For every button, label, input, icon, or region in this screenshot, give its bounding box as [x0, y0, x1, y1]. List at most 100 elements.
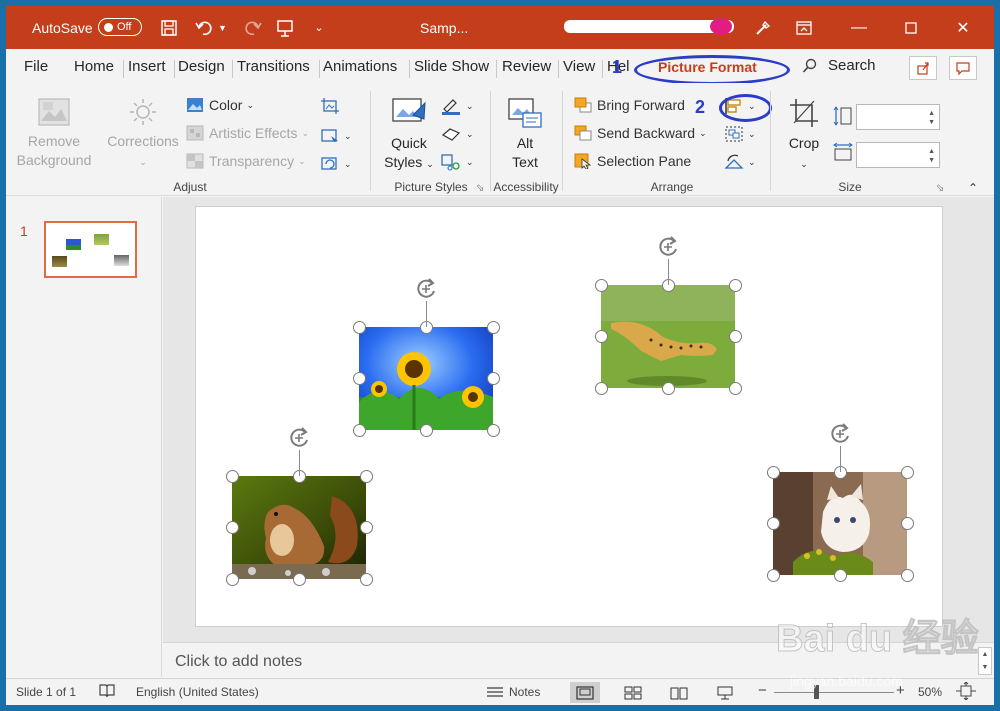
slide-sorter-view-button[interactable]: [618, 682, 648, 703]
autosave-toggle[interactable]: Off: [98, 18, 142, 36]
size-launcher-icon[interactable]: ⬂: [936, 183, 944, 194]
kitten-rotate-handle-icon[interactable]: [826, 420, 854, 448]
fit-slide-icon[interactable]: [956, 682, 976, 700]
sunflower-resize-handle[interactable]: [486, 372, 500, 385]
customize-quick-access-icon[interactable]: ⌄: [306, 6, 332, 49]
zoom-in-icon[interactable]: +: [896, 682, 905, 699]
zoom-slider-track[interactable]: [774, 692, 894, 693]
present-icon[interactable]: [272, 6, 298, 49]
spelling-icon[interactable]: [98, 683, 116, 699]
sunflower-resize-handle[interactable]: [352, 320, 366, 334]
zoom-slider-thumb[interactable]: [814, 685, 819, 699]
sunflower-resize-handle[interactable]: [486, 423, 500, 437]
notes-pane[interactable]: Click to add notes ▲ ▼: [163, 642, 994, 678]
zoom-out-icon[interactable]: −: [758, 682, 767, 699]
squirrel-resize-handle[interactable]: [225, 521, 239, 534]
cheetah-resize-handle[interactable]: [728, 381, 742, 395]
squirrel-resize-handle[interactable]: [359, 469, 373, 483]
rotate-objects-button[interactable]: ⌄: [724, 153, 756, 171]
designer-icon[interactable]: [750, 6, 776, 49]
cheetah-resize-handle[interactable]: [728, 278, 742, 292]
language-status[interactable]: English (United States): [136, 685, 259, 699]
comments-icon[interactable]: [949, 56, 977, 80]
share-icon[interactable]: [909, 56, 937, 80]
cheetah-resize-handle[interactable]: [594, 381, 608, 395]
kitten-resize-handle[interactable]: [900, 517, 914, 530]
undo-icon[interactable]: [192, 6, 218, 49]
corrections-button[interactable]: Corrections ⌄: [104, 97, 182, 172]
cheetah-picture[interactable]: [601, 285, 735, 388]
picture-border-button[interactable]: ⌄: [440, 97, 474, 115]
normal-view-button[interactable]: [570, 682, 600, 703]
cheetah-resize-handle[interactable]: [728, 330, 742, 343]
sunflower-resize-handle[interactable]: [352, 372, 366, 385]
remove-background-button[interactable]: Remove Background: [16, 97, 92, 170]
bring-forward-button[interactable]: Bring Forward: [574, 97, 685, 113]
sunflower-picture[interactable]: [359, 327, 493, 430]
shape-height-input[interactable]: ▲ ▼: [856, 104, 940, 130]
kitten-resize-handle[interactable]: [833, 568, 847, 582]
notes-toggle[interactable]: Notes: [486, 685, 540, 699]
cheetah-resize-handle[interactable]: [594, 330, 608, 343]
minimize-icon[interactable]: —: [836, 6, 882, 49]
search-box[interactable]: Search: [802, 57, 876, 74]
slide-show-view-button[interactable]: [710, 682, 740, 703]
kitten-picture[interactable]: [773, 472, 907, 575]
squirrel-resize-handle[interactable]: [225, 469, 239, 483]
change-picture-button[interactable]: ⌄: [320, 127, 352, 145]
sunflower-resize-handle[interactable]: [419, 423, 433, 437]
cheetah-rotate-handle-icon[interactable]: [654, 233, 682, 261]
cheetah-resize-handle[interactable]: [661, 381, 675, 395]
group-objects-button[interactable]: ⌄: [724, 125, 756, 143]
transparency-button[interactable]: Transparency ⌄: [186, 153, 306, 169]
tab-review[interactable]: Review: [502, 58, 551, 75]
kitten-resize-handle[interactable]: [900, 465, 914, 479]
close-icon[interactable]: ✕: [940, 6, 986, 49]
redo-icon[interactable]: [240, 6, 266, 49]
reading-view-button[interactable]: [664, 682, 694, 703]
sunflower-resize-handle[interactable]: [352, 423, 366, 437]
color-button[interactable]: Color ⌄: [186, 97, 254, 113]
squirrel-resize-handle[interactable]: [359, 521, 373, 534]
reset-picture-button[interactable]: ⌄: [320, 155, 352, 173]
compress-pictures-button[interactable]: [320, 97, 340, 115]
zoom-level[interactable]: 50%: [918, 685, 942, 699]
picture-layout-button[interactable]: ⌄: [440, 153, 474, 171]
tab-transitions[interactable]: Transitions: [237, 58, 310, 75]
kitten-resize-handle[interactable]: [766, 568, 780, 582]
alt-text-button[interactable]: Alt Text: [498, 97, 552, 172]
quick-styles-button[interactable]: Quick Styles ⌄: [378, 97, 440, 174]
cheetah-resize-handle[interactable]: [594, 278, 608, 292]
send-backward-button[interactable]: Send Backward ⌄: [574, 125, 707, 141]
shape-width-input[interactable]: ▲ ▼: [856, 142, 940, 168]
save-icon[interactable]: [156, 6, 182, 49]
tab-view[interactable]: View: [563, 58, 595, 75]
sunflower-resize-handle[interactable]: [486, 320, 500, 334]
undo-dropdown-icon[interactable]: ▼: [218, 6, 227, 49]
tab-home[interactable]: Home: [74, 58, 114, 75]
ribbon-display-options-icon[interactable]: [781, 6, 827, 49]
squirrel-resize-handle[interactable]: [225, 572, 239, 586]
picture-effects-button[interactable]: ⌄: [440, 125, 474, 143]
squirrel-picture[interactable]: [232, 476, 366, 579]
collapse-ribbon-icon[interactable]: ⌃: [968, 181, 978, 195]
notes-scrollbar[interactable]: ▲ ▼: [978, 647, 992, 675]
tab-insert[interactable]: Insert: [128, 58, 166, 75]
artistic-effects-button[interactable]: Artistic Effects ⌄: [186, 125, 309, 141]
tab-design[interactable]: Design: [178, 58, 225, 75]
sunflower-rotate-handle-icon[interactable]: [412, 275, 440, 303]
slide-canvas[interactable]: [195, 206, 943, 627]
notes-placeholder[interactable]: Click to add notes: [175, 653, 302, 671]
tab-animations[interactable]: Animations: [323, 58, 397, 75]
kitten-resize-handle[interactable]: [900, 568, 914, 582]
selection-pane-button[interactable]: Selection Pane: [574, 153, 691, 169]
kitten-resize-handle[interactable]: [766, 517, 780, 530]
squirrel-resize-handle[interactable]: [359, 572, 373, 586]
tab-slide-show[interactable]: Slide Show: [414, 58, 489, 75]
maximize-icon[interactable]: [888, 6, 934, 49]
slide-thumbnail[interactable]: [44, 221, 137, 278]
tab-file[interactable]: File: [24, 58, 48, 75]
squirrel-rotate-handle-icon[interactable]: [285, 424, 313, 452]
squirrel-resize-handle[interactable]: [292, 572, 306, 586]
kitten-resize-handle[interactable]: [766, 465, 780, 479]
